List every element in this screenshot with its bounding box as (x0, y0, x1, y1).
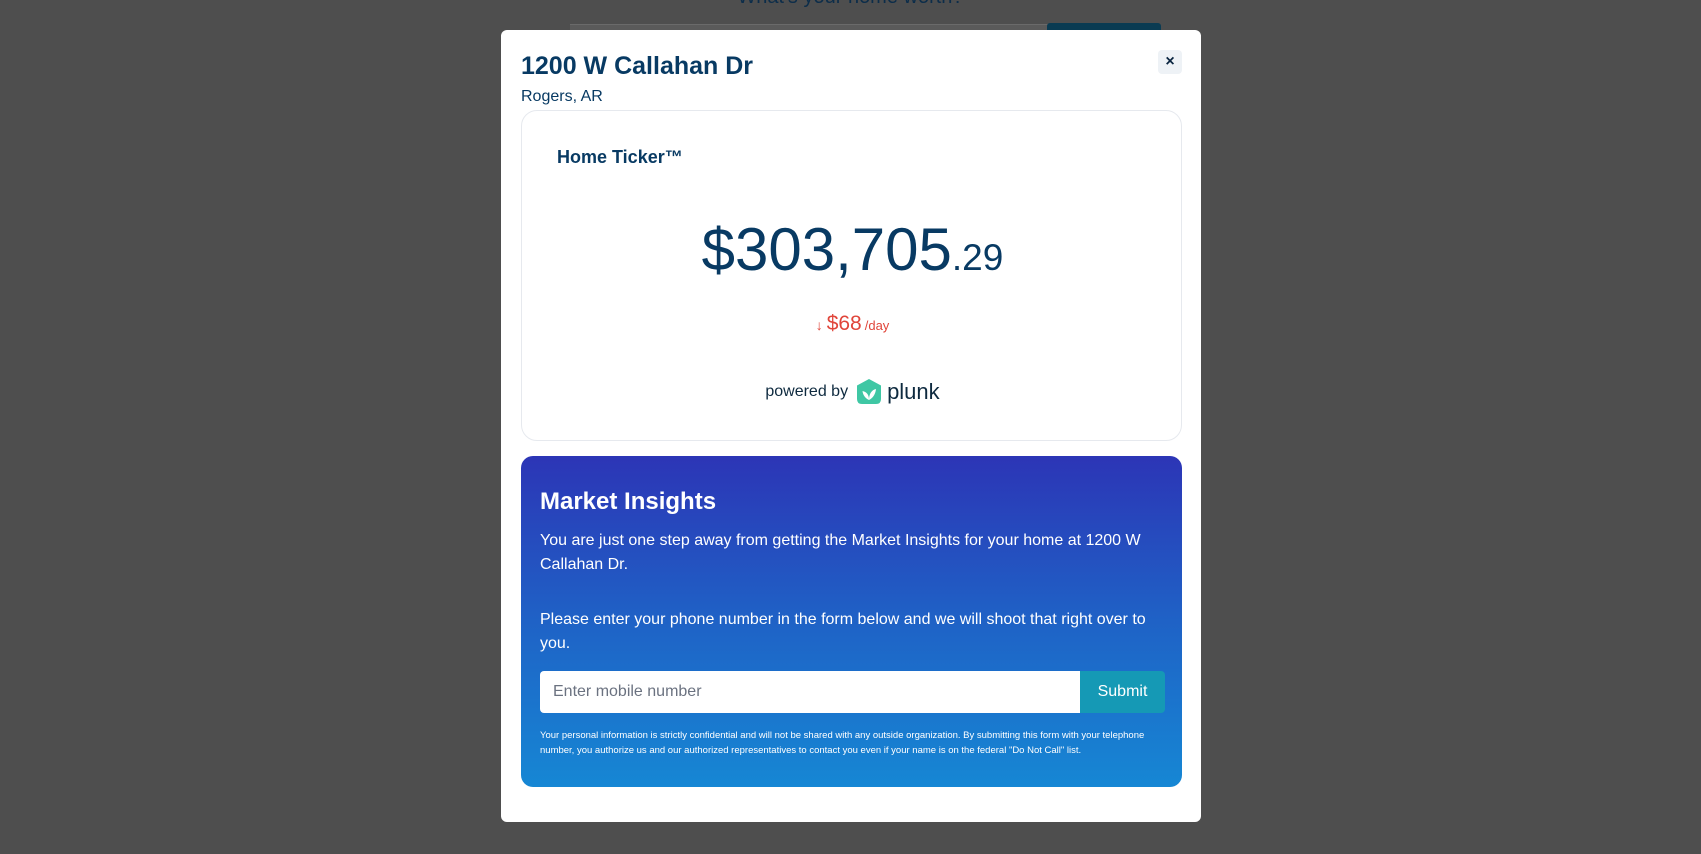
change-amount: $68 (826, 312, 862, 335)
plunk-brand-name: plunk (887, 379, 940, 404)
mobile-number-input[interactable] (540, 671, 1080, 713)
phone-form: Submit (540, 671, 1165, 713)
ticker-value-cents: .29 (951, 237, 1004, 278)
insights-instructions-text: Please enter your phone number in the fo… (540, 611, 1146, 652)
powered-by-label: powered by (765, 383, 849, 400)
home-ticker-card: Home Ticker™ $303,705.29 ↓ $68/day powere… (521, 110, 1182, 441)
market-insights-card: Market Insights You are just one step aw… (521, 456, 1182, 787)
insights-intro-text: You are just one step away from getting … (540, 532, 1141, 573)
home-value-modal: 1200 W Callahan Dr Rogers, AR × Home Tic… (501, 30, 1201, 822)
insights-title: Market Insights (540, 488, 717, 515)
ticker-daily-change: ↓ $68/day (522, 312, 1183, 336)
plunk-logo-icon (857, 379, 882, 404)
modal-subtitle: Rogers, AR (521, 88, 603, 105)
ticker-value: $303,705.29 (522, 215, 1183, 284)
powered-by: powered by plunk (522, 375, 1183, 409)
ticker-value-dollars: $303,705 (701, 216, 952, 283)
arrow-down-icon: ↓ (815, 317, 823, 333)
backdrop-heading: What's your home worth? (0, 0, 1701, 9)
change-unit: /day (864, 318, 890, 333)
close-icon[interactable]: × (1158, 50, 1182, 74)
privacy-disclaimer: Your personal information is strictly co… (540, 730, 1145, 756)
submit-button[interactable]: Submit (1080, 671, 1165, 713)
modal-title: 1200 W Callahan Dr (521, 52, 754, 80)
ticker-title: Home Ticker™ (557, 147, 683, 167)
